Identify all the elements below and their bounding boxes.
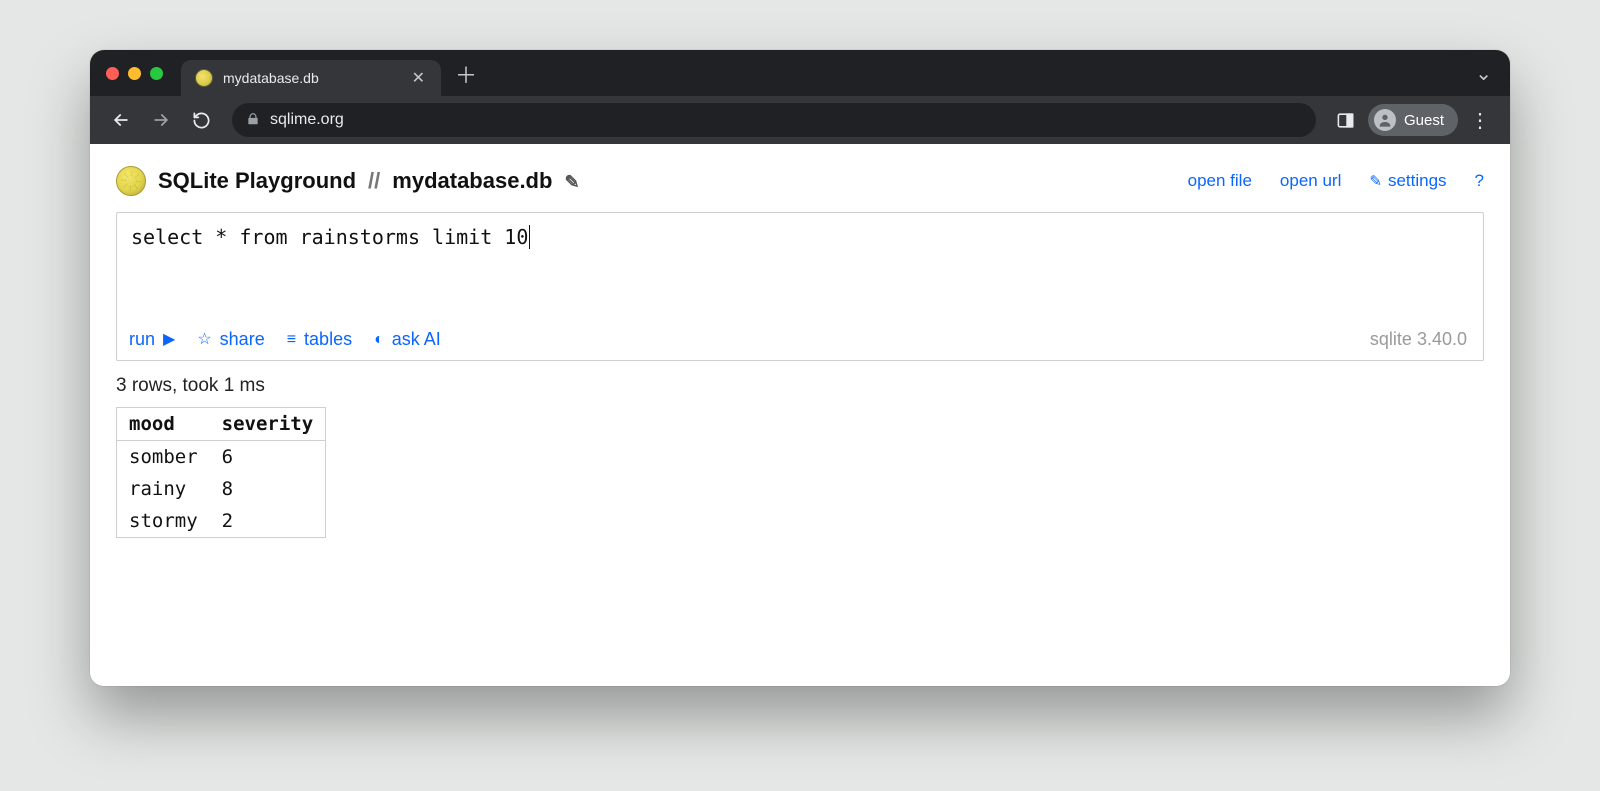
rename-db-button[interactable]: ✎ <box>564 172 579 193</box>
tab-strip: mydatabase.db ✕ ＋ ⌄ <box>90 50 1510 96</box>
side-panel-icon <box>1336 111 1355 130</box>
lock-icon <box>246 112 260 129</box>
browser-window: mydatabase.db ✕ ＋ ⌄ sqlime.org <box>90 50 1510 686</box>
tab-title: mydatabase.db <box>223 70 400 86</box>
reload-icon <box>192 111 211 130</box>
globe-icon: ◐ <box>374 332 384 348</box>
run-button[interactable]: run ▶ <box>129 329 175 350</box>
arrow-right-icon <box>151 110 171 130</box>
page-title: SQLite Playground // mydatabase.db ✎ <box>158 168 580 194</box>
toolbar-right: Guest ⋮ <box>1330 104 1496 136</box>
app-logo <box>116 166 146 196</box>
avatar-icon <box>1374 109 1396 131</box>
header-links: open file open url ✎settings ? <box>1188 171 1484 191</box>
app-title: SQLite Playground <box>158 168 356 194</box>
text-caret <box>529 225 530 249</box>
sqlite-version: sqlite 3.40.0 <box>1370 329 1471 350</box>
database-name: mydatabase.db <box>392 168 552 194</box>
new-tab-button[interactable]: ＋ <box>449 60 487 87</box>
browser-toolbar: sqlime.org Guest ⋮ <box>90 96 1510 144</box>
list-icon: ≡ <box>287 332 296 348</box>
title-separator: // <box>368 168 380 194</box>
window-minimize-button[interactable] <box>128 67 141 80</box>
table-row: stormy2 <box>117 505 326 538</box>
tab-close-button[interactable]: ✕ <box>410 68 427 88</box>
person-icon <box>1377 112 1393 128</box>
window-zoom-button[interactable] <box>150 67 163 80</box>
settings-link[interactable]: ✎settings <box>1369 171 1446 191</box>
table-cell: rainy <box>117 473 210 505</box>
lock-icon-svg <box>246 112 260 126</box>
table-cell: 2 <box>210 505 326 538</box>
table-cell: somber <box>117 441 210 474</box>
browser-tab[interactable]: mydatabase.db ✕ <box>181 60 441 96</box>
ask-ai-button[interactable]: ◐ ask AI <box>374 329 441 350</box>
arrow-left-icon <box>111 110 131 130</box>
table-cell: stormy <box>117 505 210 538</box>
tab-search-button[interactable]: ⌄ <box>1475 61 1500 86</box>
play-icon: ▶ <box>163 332 175 348</box>
star-icon: ☆ <box>197 332 211 348</box>
profile-label: Guest <box>1404 112 1444 129</box>
table-cell: 8 <box>210 473 326 505</box>
results-header-row: moodseverity <box>117 408 326 441</box>
address-bar-text: sqlime.org <box>270 111 344 129</box>
table-cell: 6 <box>210 441 326 474</box>
share-button[interactable]: ☆ share <box>197 329 264 350</box>
sql-editor-content: select * from rainstorms limit 10 <box>131 225 528 249</box>
nav-reload-button[interactable] <box>184 103 218 137</box>
table-row: rainy8 <box>117 473 326 505</box>
window-close-button[interactable] <box>106 67 119 80</box>
nav-back-button[interactable] <box>104 103 138 137</box>
browser-menu-button[interactable]: ⋮ <box>1464 108 1496 133</box>
help-link[interactable]: ? <box>1475 171 1484 191</box>
page-header: SQLite Playground // mydatabase.db ✎ ope… <box>116 166 1484 196</box>
side-panel-button[interactable] <box>1330 104 1362 136</box>
nav-forward-button[interactable] <box>144 103 178 137</box>
tab-favicon <box>195 69 213 87</box>
editor-toolbar: run ▶ ☆ share ≡ tables ◐ ask AI sqlite 3… <box>117 323 1483 360</box>
results-table: moodseverity somber6rainy8stormy2 <box>116 407 326 538</box>
window-controls <box>100 67 173 80</box>
profile-chip[interactable]: Guest <box>1368 104 1458 136</box>
link-icon: ✎ <box>1369 172 1382 190</box>
table-row: somber6 <box>117 441 326 474</box>
editor-panel: select * from rainstorms limit 10 run ▶ … <box>116 212 1484 361</box>
open-url-link[interactable]: open url <box>1280 171 1341 191</box>
browser-chrome: mydatabase.db ✕ ＋ ⌄ sqlime.org <box>90 50 1510 144</box>
page-content: SQLite Playground // mydatabase.db ✎ ope… <box>90 144 1510 686</box>
address-bar[interactable]: sqlime.org <box>232 103 1316 137</box>
open-file-link[interactable]: open file <box>1188 171 1252 191</box>
results-column-header: mood <box>117 408 210 441</box>
tables-button[interactable]: ≡ tables <box>287 329 352 350</box>
results-column-header: severity <box>210 408 326 441</box>
sql-editor[interactable]: select * from rainstorms limit 10 <box>117 213 1483 323</box>
query-status: 3 rows, took 1 ms <box>116 375 1484 397</box>
results-body: somber6rainy8stormy2 <box>117 441 326 538</box>
